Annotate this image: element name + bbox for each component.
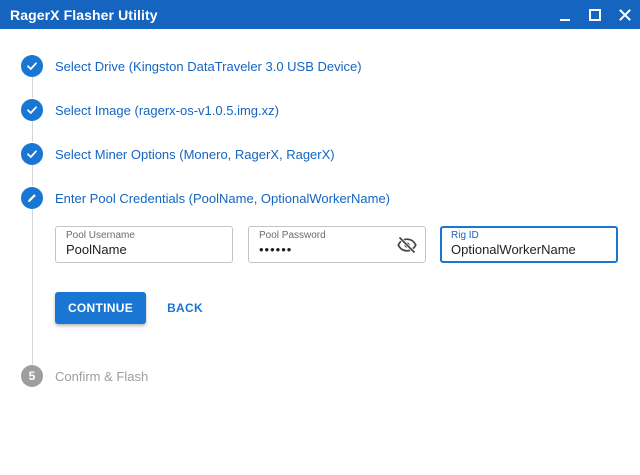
pool-username-input[interactable] [66,242,216,257]
check-icon [21,99,43,121]
back-button[interactable]: BACK [160,292,210,324]
pool-password-field[interactable]: Pool Password [248,226,426,263]
step-label: Enter Pool Credentials (PoolName, Option… [55,190,391,206]
rig-id-field[interactable]: Rig ID [440,226,618,263]
step-select-image[interactable]: Select Image (ragerx-os-v1.0.5.img.xz) [21,99,279,121]
step-select-miner-options[interactable]: Select Miner Options (Monero, RagerX, Ra… [21,143,335,165]
step-connector [32,209,33,364]
title-bar: RagerX Flasher Utility [0,0,640,29]
pool-password-label: Pool Password [259,230,326,241]
pool-password-input[interactable] [259,242,379,257]
check-icon [21,143,43,165]
step-confirm-flash[interactable]: 5 Confirm & Flash [21,365,148,387]
check-icon [21,55,43,77]
step-label: Select Image (ragerx-os-v1.0.5.img.xz) [55,102,279,118]
step-connector [32,77,33,98]
minimize-icon [560,18,570,21]
step-label: Confirm & Flash [55,368,149,384]
maximize-icon [589,8,601,21]
stepper: Select Drive (Kingston DataTraveler 3.0 … [0,29,640,475]
minimize-button[interactable] [550,0,580,29]
window-title: RagerX Flasher Utility [10,6,158,23]
step-enter-pool-credentials[interactable]: Enter Pool Credentials (PoolName, Option… [21,187,390,209]
continue-button[interactable]: CONTINUE [55,292,146,324]
step-number-badge: 5 [21,365,43,387]
pool-username-label: Pool Username [66,230,135,241]
step-connector [32,165,33,186]
edit-icon [21,187,43,209]
visibility-off-icon[interactable] [397,235,417,255]
step-label: Select Miner Options (Monero, RagerX, Ra… [55,146,335,162]
step-select-drive[interactable]: Select Drive (Kingston DataTraveler 3.0 … [21,55,362,77]
close-button[interactable] [610,0,640,29]
maximize-button[interactable] [580,0,610,29]
close-icon [619,8,631,21]
step-connector [32,121,33,142]
step-label: Select Drive (Kingston DataTraveler 3.0 … [55,58,362,74]
pool-username-field[interactable]: Pool Username [55,226,233,263]
rig-id-label: Rig ID [451,230,479,241]
rig-id-input[interactable] [451,242,601,257]
window-controls [550,0,640,29]
